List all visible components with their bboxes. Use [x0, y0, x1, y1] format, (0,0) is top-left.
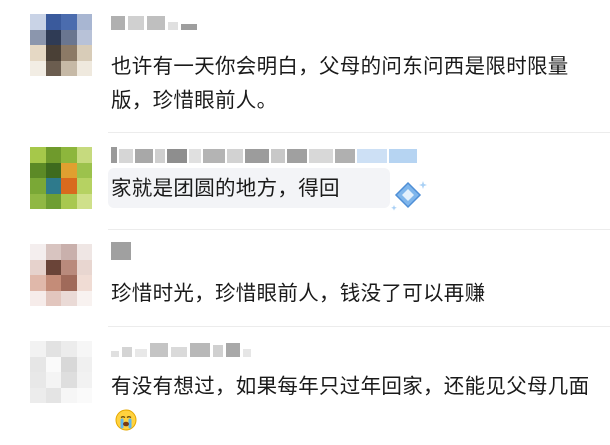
avatar[interactable] — [30, 341, 92, 403]
sticker-icon — [391, 181, 427, 211]
comment-text: 家就是团圆的地方，得回 — [111, 176, 340, 200]
username-redacted[interactable] — [111, 12, 197, 30]
comment-text: 珍惜时光，珍惜眼前人，钱没了可以再赚 — [111, 281, 486, 305]
comment-item[interactable]: 也许有一天你会明白，父母的问东问西是限时限量版，珍惜眼前人。 — [0, 0, 610, 132]
avatar[interactable] — [30, 14, 92, 76]
comment-item[interactable]: 珍惜时光，珍惜眼前人，钱没了可以再赚 — [0, 230, 610, 326]
comment-text-content: 有没有想过，如果每年只过年回家，还能见父母几面 — [111, 374, 590, 398]
comment-text: 有没有想过，如果每年只过年回家，还能见父母几面 — [111, 369, 594, 437]
crying-face-emoji-icon — [115, 409, 137, 431]
avatar[interactable] — [30, 147, 92, 209]
comment-item[interactable]: 家就是团圆的地方，得回 — [0, 133, 610, 229]
comment-text: 也许有一天你会明白，父母的问东问西是限时限量版，珍惜眼前人。 — [111, 54, 569, 112]
avatar[interactable] — [30, 244, 92, 306]
username-redacted[interactable] — [111, 339, 251, 357]
username-redacted[interactable] — [111, 242, 131, 260]
username-redacted[interactable] — [111, 145, 417, 163]
comment-item[interactable]: 有没有想过，如果每年只过年回家，还能见父母几面 — [0, 327, 610, 445]
